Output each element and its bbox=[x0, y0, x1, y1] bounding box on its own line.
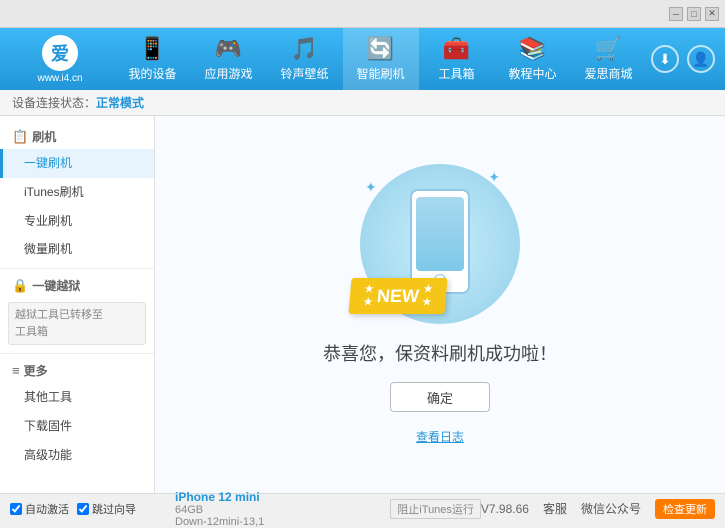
auto-activate-label: 自动激活 bbox=[25, 501, 69, 517]
version-text: V7.98.66 bbox=[481, 502, 529, 516]
bottom-left: 自动激活 跳过向导 bbox=[10, 501, 165, 517]
skip-wizard-label: 跳过向导 bbox=[92, 501, 136, 517]
close-button[interactable]: ✕ bbox=[705, 7, 719, 21]
nav-flash-label: 智能刷机 bbox=[356, 65, 404, 82]
main-layout: 📋 刷机 一键刷机 iTunes刷机 专业刷机 微量刷机 🔒 一键越狱 越狱工具… bbox=[0, 116, 725, 493]
jailbreak-section-label: 一键越狱 bbox=[32, 277, 80, 294]
confirm-button[interactable]: 确定 bbox=[390, 382, 490, 412]
more-section-icon: ≡ bbox=[12, 363, 20, 378]
advanced-label: 高级功能 bbox=[24, 448, 72, 462]
one-click-flash-label: 一键刷机 bbox=[24, 156, 72, 170]
device-name: iPhone 12 mini bbox=[175, 490, 380, 504]
nav-shop-label: 爱思商城 bbox=[584, 65, 632, 82]
window-controls[interactable]: ─ □ ✕ bbox=[669, 7, 719, 21]
sidebar-item-advanced[interactable]: 高级功能 bbox=[0, 441, 154, 470]
sidebar-item-itunes-flash[interactable]: iTunes刷机 bbox=[0, 178, 154, 207]
my-device-icon: 📱 bbox=[139, 36, 166, 62]
nav-shop[interactable]: 🛒 爱思商城 bbox=[571, 28, 647, 90]
sidebar-section-jailbreak: 🔒 一键越狱 bbox=[0, 273, 154, 298]
auto-activate-input[interactable] bbox=[10, 503, 22, 515]
itunes-block-button[interactable]: 阻止iTunes运行 bbox=[390, 499, 481, 519]
minimize-button[interactable]: ─ bbox=[669, 7, 683, 21]
apps-icon: 🎮 bbox=[215, 36, 242, 62]
nav-tutorial-label: 教程中心 bbox=[508, 65, 556, 82]
sidebar-item-one-click-flash[interactable]: 一键刷机 bbox=[0, 149, 154, 178]
sidebar-item-pro-flash[interactable]: 专业刷机 bbox=[0, 207, 154, 236]
status-value: 正常模式 bbox=[96, 94, 144, 111]
check-update-button[interactable]: 检查更新 bbox=[655, 499, 715, 519]
shop-icon: 🛒 bbox=[595, 36, 622, 62]
tutorial-icon: 📚 bbox=[519, 36, 546, 62]
wechat-link[interactable]: 微信公众号 bbox=[581, 500, 641, 517]
header: 爱 www.i4.cn 📱 我的设备 🎮 应用游戏 🎵 铃声壁纸 🔄 智能刷机 … bbox=[0, 28, 725, 90]
nav-apps-label: 应用游戏 bbox=[204, 65, 252, 82]
download-firmware-label: 下载固件 bbox=[24, 419, 72, 433]
header-right: ⬇ 👤 bbox=[651, 45, 715, 73]
status-prefix: 设备连接状态： bbox=[12, 94, 96, 111]
phone-screen bbox=[416, 197, 464, 271]
title-bar: ─ □ ✕ bbox=[0, 0, 725, 28]
bottom-right: V7.98.66 客服 微信公众号 检查更新 bbox=[481, 499, 715, 519]
nav-my-device-label: 我的设备 bbox=[128, 65, 176, 82]
itunes-flash-label: iTunes刷机 bbox=[24, 185, 84, 199]
flash-section-icon: 📋 bbox=[12, 129, 28, 145]
success-area: ✦ ✦ ✦ ★ ★ NEW ★ ★ bbox=[323, 164, 557, 445]
other-tools-label: 其他工具 bbox=[24, 390, 72, 404]
flash-icon: 🔄 bbox=[367, 36, 394, 62]
device-model: Down-12mini-13,1 bbox=[175, 516, 380, 528]
nav-tutorial[interactable]: 📚 教程中心 bbox=[495, 28, 571, 90]
maximize-button[interactable]: □ bbox=[687, 7, 701, 21]
customer-service-link[interactable]: 客服 bbox=[543, 500, 567, 517]
logo-area: 爱 www.i4.cn bbox=[10, 35, 110, 84]
sparkle-icon-2: ✦ bbox=[488, 169, 500, 186]
sidebar: 📋 刷机 一键刷机 iTunes刷机 专业刷机 微量刷机 🔒 一键越狱 越狱工具… bbox=[0, 116, 155, 493]
sidebar-section-more: ≡ 更多 bbox=[0, 358, 154, 383]
micro-flash-label: 微量刷机 bbox=[24, 242, 72, 256]
new-badge: ★ ★ NEW ★ ★ bbox=[348, 278, 447, 314]
nav-ringtone[interactable]: 🎵 铃声壁纸 bbox=[267, 28, 343, 90]
badge-stars: ★ ★ bbox=[363, 284, 374, 308]
view-logs-link[interactable]: 查看日志 bbox=[416, 428, 464, 445]
bottom-bar: 自动激活 跳过向导 iPhone 12 mini 64GB Down-12min… bbox=[0, 493, 725, 523]
sidebar-item-micro-flash[interactable]: 微量刷机 bbox=[0, 235, 154, 264]
jailbreak-notice: 越狱工具已转移至工具箱 bbox=[8, 302, 146, 345]
more-section-label: 更多 bbox=[24, 362, 48, 379]
nav-flash[interactable]: 🔄 智能刷机 bbox=[343, 28, 419, 90]
nav-tools-label: 工具箱 bbox=[438, 65, 474, 82]
sidebar-section-flash: 📋 刷机 bbox=[0, 124, 154, 149]
download-button[interactable]: ⬇ bbox=[651, 45, 679, 73]
content-area: ✦ ✦ ✦ ★ ★ NEW ★ ★ bbox=[155, 116, 725, 493]
status-bar: 设备连接状态： 正常模式 bbox=[0, 90, 725, 116]
logo-icon: 爱 bbox=[42, 35, 78, 71]
nav-apps[interactable]: 🎮 应用游戏 bbox=[191, 28, 267, 90]
notice-text: 越狱工具已转移至工具箱 bbox=[15, 309, 103, 338]
nav-tools[interactable]: 🧰 工具箱 bbox=[419, 28, 495, 90]
sidebar-item-other-tools[interactable]: 其他工具 bbox=[0, 383, 154, 412]
pro-flash-label: 专业刷机 bbox=[24, 214, 72, 228]
phone-illustration: ✦ ✦ ✦ ★ ★ NEW ★ ★ bbox=[350, 164, 530, 324]
ringtone-icon: 🎵 bbox=[291, 36, 318, 62]
success-text: 恭喜您，保资料刷机成功啦！ bbox=[323, 340, 557, 366]
sidebar-divider-2 bbox=[0, 353, 154, 354]
nav-ringtone-label: 铃声壁纸 bbox=[280, 65, 328, 82]
sidebar-item-download-firmware[interactable]: 下载固件 bbox=[0, 412, 154, 441]
skip-wizard-input[interactable] bbox=[77, 503, 89, 515]
nav-my-device[interactable]: 📱 我的设备 bbox=[115, 28, 191, 90]
nav-bar: 📱 我的设备 🎮 应用游戏 🎵 铃声壁纸 🔄 智能刷机 🧰 工具箱 📚 教程中心… bbox=[110, 28, 651, 90]
new-badge-text: NEW bbox=[376, 286, 420, 307]
jailbreak-section-icon: 🔒 bbox=[12, 278, 28, 294]
sidebar-divider-1 bbox=[0, 268, 154, 269]
flash-section-label: 刷机 bbox=[32, 128, 56, 145]
device-storage: 64GB bbox=[175, 504, 380, 516]
sparkle-icon-1: ✦ bbox=[365, 179, 377, 196]
user-button[interactable]: 👤 bbox=[687, 45, 715, 73]
auto-activate-checkbox[interactable]: 自动激活 bbox=[10, 501, 69, 517]
logo-url: www.i4.cn bbox=[37, 73, 82, 84]
skip-wizard-checkbox[interactable]: 跳过向导 bbox=[77, 501, 136, 517]
badge-stars-right: ★ ★ bbox=[422, 284, 433, 308]
device-info-area: iPhone 12 mini 64GB Down-12mini-13,1 bbox=[165, 490, 390, 528]
tools-icon: 🧰 bbox=[443, 36, 470, 62]
